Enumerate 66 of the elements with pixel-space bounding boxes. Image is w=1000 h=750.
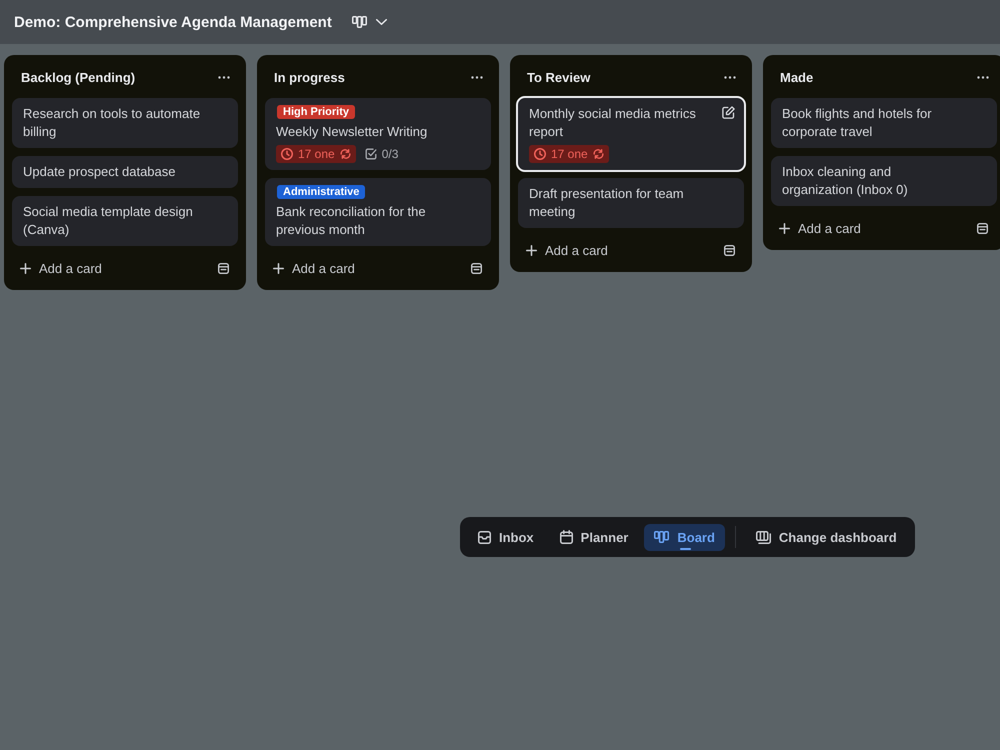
add-card-button[interactable]: Add a card <box>273 260 355 276</box>
columns-icon <box>352 16 367 28</box>
task-card[interactable]: High Priority Weekly Newsletter Writing 17 one 0/3 <box>265 98 491 170</box>
task-card[interactable]: Administrative Bank reconciliation for the previous month <box>265 178 491 246</box>
task-card[interactable]: Research on tools to automate billing <box>12 98 238 148</box>
plus-icon <box>20 262 31 274</box>
card-title: Update prospect database <box>23 163 176 181</box>
label-tag: High Priority <box>277 105 356 119</box>
list-title: Made <box>780 70 814 84</box>
window-icon <box>218 262 229 274</box>
add-card-button[interactable]: Add a card <box>526 242 608 258</box>
checklist-count: 0/3 <box>382 147 398 161</box>
more-icon <box>471 76 483 78</box>
list-menu-button[interactable] <box>471 76 483 78</box>
task-card[interactable]: Inbox cleaning and organization (Inbox 0) <box>771 156 997 206</box>
add-card-button[interactable]: Add a card <box>779 220 861 236</box>
columns-icon <box>654 531 670 543</box>
calendar-icon <box>560 530 573 544</box>
edit-icon[interactable] <box>722 106 735 119</box>
add-card-button[interactable]: Add a card <box>20 260 102 276</box>
template-button[interactable] <box>218 262 229 274</box>
window-icon <box>471 262 482 274</box>
label-tag: Administrative <box>277 185 366 199</box>
window-icon <box>977 222 988 234</box>
template-button[interactable] <box>724 244 735 256</box>
task-card[interactable]: Social media template design (Canva) <box>12 196 238 246</box>
list-menu-button[interactable] <box>977 76 989 78</box>
plus-icon <box>526 244 537 256</box>
clock-icon <box>281 148 293 160</box>
list-title: Backlog (Pending) <box>21 70 136 84</box>
due-date-text: 17 one <box>551 147 588 161</box>
card-title: Monthly social media metrics report <box>529 105 697 141</box>
stacked-columns-icon <box>756 530 771 544</box>
list-title: To Review <box>527 70 590 84</box>
card-title: Weekly Newsletter Writing <box>276 123 428 141</box>
window-icon <box>724 244 735 256</box>
more-icon <box>724 76 736 78</box>
card-title: Research on tools to automate billing <box>23 105 202 141</box>
more-icon <box>977 76 989 78</box>
clock-icon <box>534 148 546 160</box>
toolbar-tab[interactable]: Board <box>644 524 725 550</box>
task-card[interactable]: Book flights and hotels for corporate travel <box>771 98 997 148</box>
plus-icon <box>273 262 284 274</box>
plus-icon <box>779 222 790 234</box>
checkbox-icon <box>364 148 377 160</box>
template-button[interactable] <box>471 262 482 274</box>
board-title: Demo: Comprehensive Agenda Management <box>14 14 332 30</box>
card-title: Social media template design (Canva) <box>23 203 194 239</box>
list-menu-button[interactable] <box>724 76 736 78</box>
card-title: Book flights and hotels for corporate travel <box>782 105 933 141</box>
template-button[interactable] <box>977 222 988 234</box>
chevron-down-icon <box>376 19 387 25</box>
inbox-icon <box>478 530 491 544</box>
task-card[interactable]: Update prospect database <box>12 156 238 188</box>
list-menu-button[interactable] <box>218 76 230 78</box>
more-icon <box>218 76 230 78</box>
card-title: Bank reconciliation for the previous month <box>276 203 427 239</box>
task-card[interactable]: Draft presentation for team meeting <box>518 178 744 228</box>
due-date-text: 17 one <box>298 147 335 161</box>
card-title: Draft presentation for team meeting <box>529 185 685 221</box>
toolbar-tab[interactable]: Inbox <box>468 524 544 550</box>
toolbar-tab[interactable]: Planner <box>550 524 638 550</box>
task-card[interactable]: Monthly social media metrics report 17 one <box>516 96 746 172</box>
list-title: In progress <box>274 70 345 84</box>
card-title: Inbox cleaning and organization (Inbox 0) <box>782 163 909 199</box>
change-dashboard-button[interactable]: Change dashboard <box>746 524 907 550</box>
